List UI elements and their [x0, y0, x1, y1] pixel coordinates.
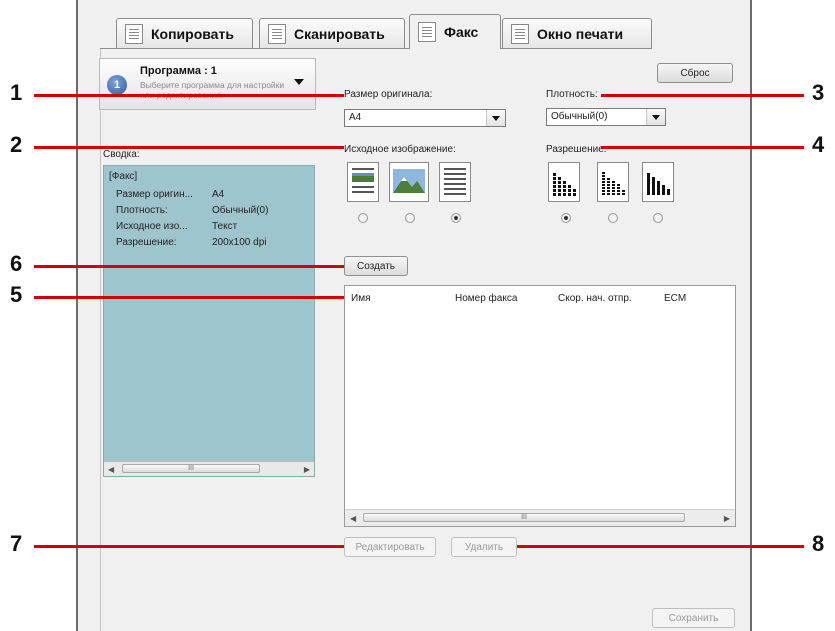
scroll-thumb[interactable]: III — [122, 464, 260, 473]
tab-scan-label: Сканировать — [294, 25, 385, 42]
summary-key: Плотность: — [116, 205, 168, 216]
summary-value: Обычный(0) — [212, 205, 269, 216]
program-description: Выберите программа для настройки или ред… — [140, 80, 285, 100]
callout-line-6 — [34, 265, 344, 268]
summary-panel: [Факс] Размер оригин... A4 Плотность: Об… — [103, 165, 315, 477]
scroll-right-icon[interactable]: ▶ — [724, 514, 730, 523]
save-button[interactable]: Сохранить — [652, 608, 735, 628]
scroll-left-icon[interactable]: ◀ — [108, 465, 114, 474]
callout-line-3 — [601, 94, 804, 97]
tab-fax[interactable]: Факс — [409, 14, 501, 49]
density-select[interactable]: Обычный(0) — [546, 108, 666, 126]
tab-divider — [100, 48, 652, 49]
text-photo-icon[interactable] — [347, 162, 379, 202]
summary-row: Исходное изо... Текст — [116, 221, 237, 232]
callout-number-1: 1 — [10, 80, 23, 105]
summary-value: 200x100 dpi — [212, 237, 267, 248]
callout-number-7: 7 — [10, 531, 23, 556]
callout-number-4: 4 — [812, 132, 825, 157]
original-image-radio-text[interactable] — [451, 213, 461, 223]
fax-destination-table: Имя Номер факса Скор. нач. отпр. ECM ◀ I… — [344, 285, 736, 527]
resolution-low-icon[interactable] — [642, 162, 674, 202]
original-size-label: Размер оригинала: — [344, 89, 433, 100]
original-image-radio-text-photo[interactable] — [358, 213, 368, 223]
resolution-radio-low[interactable] — [653, 213, 663, 223]
callout-number-5: 5 — [10, 282, 23, 307]
program-selector[interactable]: 1 Программа : 1 Выберите программа для н… — [99, 58, 316, 110]
summary-scrollbar[interactable]: ◀ III ▶ — [104, 461, 314, 476]
copy-icon — [125, 23, 143, 44]
callout-number-2: 2 — [10, 132, 23, 157]
density-label: Плотность: — [546, 89, 598, 100]
photo-icon[interactable] — [389, 162, 429, 202]
fax-icon — [418, 22, 436, 42]
program-title: Программа : 1 — [140, 65, 217, 77]
delete-button[interactable]: Удалить — [451, 537, 517, 557]
resolution-label: Разрешение: — [546, 144, 607, 155]
density-value: Обычный(0) — [551, 111, 608, 122]
scroll-right-icon[interactable]: ▶ — [304, 465, 310, 474]
tab-scan[interactable]: Сканировать — [259, 18, 405, 48]
column-header-name[interactable]: Имя — [351, 293, 370, 304]
edit-button[interactable]: Редактировать — [344, 537, 436, 557]
summary-value: A4 — [212, 189, 225, 200]
chevron-down-icon[interactable] — [294, 79, 304, 85]
chevron-down-icon — [486, 110, 505, 126]
summary-row: Разрешение: 200x100 dpi — [116, 237, 267, 248]
table-scrollbar[interactable]: ◀ III ▶ — [345, 509, 735, 526]
callout-number-3: 3 — [812, 80, 825, 105]
resolution-radio-medium[interactable] — [608, 213, 618, 223]
resolution-medium-icon[interactable] — [597, 162, 629, 202]
original-size-select[interactable]: A4 — [344, 109, 506, 127]
summary-label: Сводка: — [103, 149, 140, 160]
tab-fax-label: Факс — [444, 24, 479, 40]
column-header-fax-number[interactable]: Номер факса — [455, 293, 517, 304]
original-size-value: A4 — [349, 112, 362, 123]
summary-row: Размер оригин... A4 — [116, 189, 224, 200]
callout-line-4 — [601, 146, 804, 149]
callout-line-5 — [34, 296, 344, 299]
resolution-radio-high[interactable] — [561, 213, 571, 223]
print-window-icon — [511, 23, 529, 44]
scan-icon — [268, 23, 286, 44]
tab-print-window-label: Окно печати — [537, 25, 624, 42]
summary-value: Текст — [212, 221, 238, 232]
summary-key: Разрешение: — [116, 237, 177, 248]
tab-copy-label: Копировать — [151, 25, 234, 42]
chevron-down-icon — [646, 109, 665, 125]
callout-line-2 — [34, 146, 344, 149]
summary-key: Исходное изо... — [116, 221, 188, 232]
original-image-label: Исходное изображение: — [344, 144, 456, 155]
original-image-radio-photo[interactable] — [405, 213, 415, 223]
summary-key: Размер оригин... — [116, 189, 193, 200]
scroll-thumb[interactable]: III — [363, 513, 685, 522]
resolution-high-icon[interactable] — [548, 162, 580, 202]
callout-number-8: 8 — [812, 531, 825, 556]
summary-header: [Факс] — [109, 171, 138, 182]
tab-copy[interactable]: Копировать — [116, 18, 253, 48]
create-button[interactable]: Создать — [344, 256, 408, 276]
scroll-left-icon[interactable]: ◀ — [350, 514, 356, 523]
reset-button[interactable]: Сброс — [657, 63, 733, 83]
column-header-start-speed[interactable]: Скор. нач. отпр. — [558, 293, 632, 304]
summary-row: Плотность: Обычный(0) — [116, 205, 268, 216]
callout-number-6: 6 — [10, 251, 23, 276]
program-number-icon: 1 — [107, 75, 127, 95]
callout-line-7 — [34, 545, 344, 548]
callout-line-8 — [517, 545, 804, 548]
column-header-ecm[interactable]: ECM — [664, 293, 686, 304]
callout-line-1 — [34, 94, 344, 97]
text-icon[interactable] — [439, 162, 471, 202]
tab-print-window[interactable]: Окно печати — [502, 18, 652, 48]
